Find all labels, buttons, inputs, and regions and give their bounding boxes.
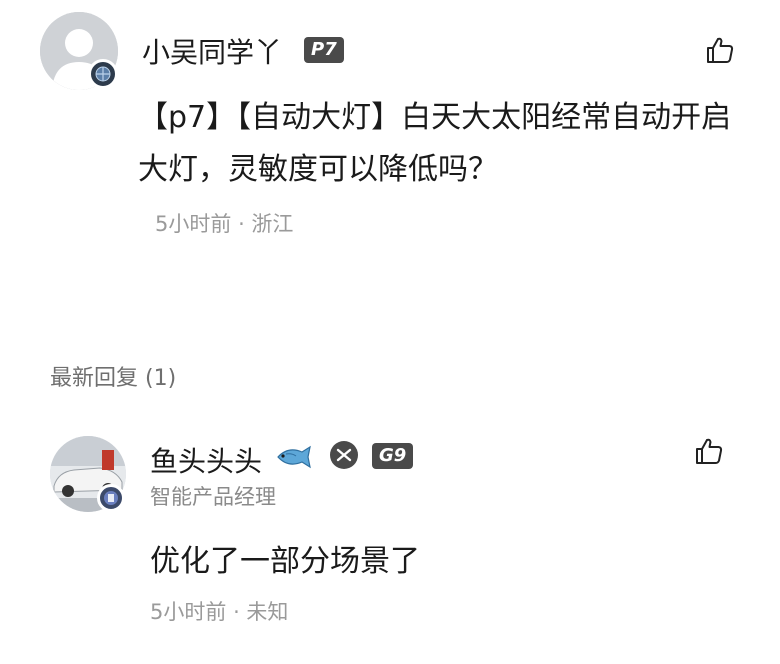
reply-content: 优化了一部分场景了: [150, 544, 420, 579]
car-model-tag: P7: [304, 37, 344, 63]
replies-section-title: 最新回复 (1): [50, 360, 176, 392]
post-location: 浙江: [251, 212, 294, 236]
fish-emoji: [277, 445, 311, 469]
meta-separator: ·: [238, 212, 252, 236]
replies-label: 最新回复: [50, 366, 139, 391]
post-author-name[interactable]: 小吴同学丫: [142, 31, 282, 71]
post-time: 5小时前: [155, 212, 232, 236]
reply-author-badge-icon: [97, 484, 125, 512]
reply-car-model-tag: G9: [372, 443, 414, 469]
post-content: 【p7】【自动大灯】白天大太阳经常自动开启大灯，灵敏度可以降低吗？: [138, 100, 732, 187]
reply-author-name-text: 鱼头头头: [150, 445, 263, 478]
thumbs-up-icon[interactable]: [705, 35, 735, 65]
replies-count: (1): [145, 366, 177, 391]
reply-meta: 5小时前 · 未知: [150, 596, 288, 626]
xpeng-logo-icon: [330, 441, 358, 469]
meta-separator: ·: [233, 600, 247, 624]
reply-author-name[interactable]: 鱼头头头: [150, 440, 262, 480]
reply-thumbs-up-icon[interactable]: [694, 436, 724, 466]
reply-location: 未知: [246, 600, 289, 624]
reply-author-title: 智能产品经理: [150, 485, 276, 509]
globe-badge-icon: [88, 59, 118, 89]
post-meta: 5小时前 · 浙江: [155, 208, 293, 238]
reply-time: 5小时前: [150, 600, 227, 624]
